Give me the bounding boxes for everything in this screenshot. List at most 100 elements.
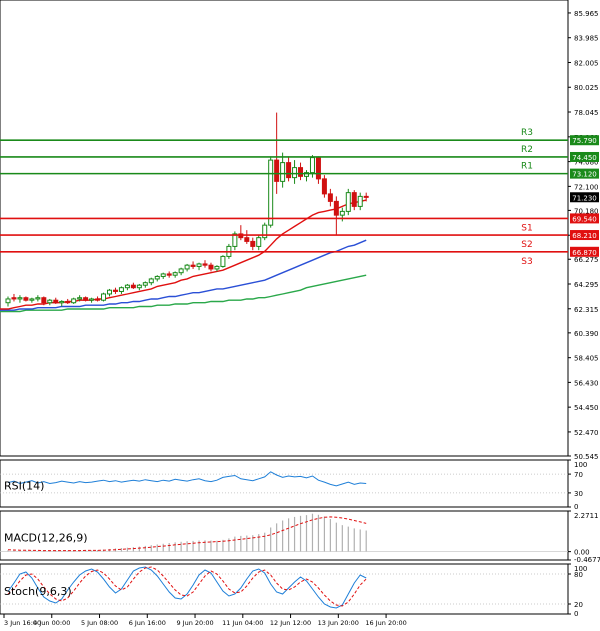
- candle-body: [11, 297, 17, 300]
- candle-body: [65, 300, 71, 304]
- macd-tick-label: -0.4677: [574, 556, 600, 564]
- price-tick-label: 82.005: [574, 59, 599, 67]
- level-name-r1: R1: [521, 162, 533, 172]
- candle-body: [172, 272, 178, 276]
- level-name-s2: S2: [521, 240, 532, 250]
- candle-body: [309, 157, 315, 174]
- time-tick-label: 11 Jun 04:00: [222, 619, 263, 627]
- candle-body: [101, 293, 107, 301]
- candle-body: [339, 210, 345, 216]
- candle-body: [142, 282, 148, 286]
- price-chart[interactable]: 85.96583.98582.00580.02578.04576.06074.0…: [0, 0, 600, 631]
- level-price-label-s1: 69.540: [572, 215, 597, 223]
- candle-body: [17, 297, 23, 300]
- candle-body: [5, 298, 11, 304]
- candle-body: [166, 273, 172, 276]
- candle-body: [256, 237, 262, 247]
- candle-body: [23, 297, 29, 301]
- rsi-pane: 100 70 30 0 RSI(14): [0, 459, 587, 511]
- time-tick-label: 6 Jun 16:00: [129, 619, 166, 627]
- price-tick-label: 80.025: [574, 84, 599, 92]
- candle-body: [280, 162, 286, 182]
- candle-body: [208, 264, 214, 270]
- time-tick-label: 12 Jun 12:00: [270, 619, 311, 627]
- candle-body: [184, 264, 190, 270]
- candle-body: [118, 287, 124, 292]
- price-tick-label: 66.275: [574, 256, 599, 264]
- candle-body: [327, 193, 333, 202]
- candle-body: [53, 299, 59, 304]
- price-tick-label: 58.405: [574, 355, 599, 363]
- rsi-tick-label: 70: [574, 471, 583, 479]
- macd-pane: 2.27110.00-0.4677MACD(12,26,9): [0, 510, 600, 564]
- stoch-label: Stoch(9,6,3): [4, 585, 72, 598]
- rsi-tick-label: 30: [574, 490, 583, 498]
- price-tick-label: 78.045: [574, 109, 599, 117]
- price-tick-label: 52.470: [574, 429, 599, 437]
- price-tick-label: 54.450: [574, 404, 599, 412]
- main-price-pane: 85.96583.98582.00580.02578.04576.06074.0…: [0, 0, 599, 461]
- candle-body: [71, 298, 77, 304]
- candle-body: [154, 275, 160, 280]
- price-tick-label: 64.295: [574, 281, 599, 289]
- rsi-tick-label: 100: [574, 461, 587, 469]
- candle-body: [315, 157, 321, 180]
- candle-body: [292, 167, 298, 179]
- candle-body: [244, 237, 250, 242]
- candle-body: [160, 273, 166, 277]
- candle-body: [112, 289, 118, 292]
- time-tick-label: 13 Jun 20:00: [318, 619, 359, 627]
- price-tick-label: 56.430: [574, 379, 599, 387]
- rsi-label: RSI(14): [4, 480, 44, 493]
- time-tick-label: 16 Jun 20:00: [365, 619, 406, 627]
- level-name-s1: S1: [521, 223, 532, 233]
- last-price-label: 71.230: [572, 194, 597, 202]
- level-price-label-r2: 74.450: [572, 154, 597, 162]
- time-axis: 3 Jun 16:004 Jun 00:00 5 Jun 08:00 6 Jun 1…: [0, 613, 568, 627]
- candle-body: [59, 300, 65, 304]
- candle-body: [286, 162, 292, 179]
- level-price-label-s3: 66.870: [572, 249, 597, 257]
- stoch-tick-label: 20: [574, 601, 583, 609]
- level-price-label-r1: 73.120: [572, 171, 597, 179]
- time-tick-label: 4 Jun 00:00: [33, 619, 70, 627]
- level-name-r2: R2: [521, 145, 533, 155]
- candle-body: [214, 265, 220, 270]
- candle-body: [130, 284, 136, 289]
- candle-body: [345, 192, 351, 212]
- candle-body: [351, 192, 357, 207]
- macd-tick-label: 2.2711: [574, 512, 599, 520]
- candle-body: [202, 263, 208, 266]
- price-tick-label: 85.965: [574, 10, 599, 18]
- candle-body: [274, 159, 280, 182]
- price-tick-label: 60.390: [574, 330, 599, 338]
- candle-body: [268, 159, 274, 226]
- candle-body: [363, 195, 369, 198]
- candle-body: [41, 297, 47, 304]
- level-name-s3: S3: [521, 257, 532, 267]
- candle-body: [35, 297, 41, 300]
- candle-body: [136, 284, 142, 289]
- candle-body: [178, 268, 184, 274]
- time-tick-label: 9 Jun 20:00: [176, 619, 213, 627]
- candle-body: [333, 200, 339, 216]
- rsi-tick-label: 0: [574, 503, 578, 511]
- candle-body: [106, 289, 112, 295]
- price-tick-label: 72.100: [574, 183, 599, 191]
- candle-body: [95, 298, 101, 301]
- candle-body: [196, 263, 202, 267]
- level-price-label-r3: 75.790: [572, 137, 597, 145]
- candle-body: [29, 298, 35, 301]
- candle-body: [47, 299, 53, 304]
- price-tick-label: 50.545: [574, 453, 599, 461]
- candle-body: [220, 255, 226, 267]
- candle-body: [77, 297, 83, 300]
- macd-label: MACD(12,26,9): [4, 532, 88, 545]
- stoch-tick-label: 80: [574, 571, 583, 579]
- candle-body: [357, 195, 363, 207]
- stoch-tick-label: 0: [574, 610, 578, 618]
- candle-body: [190, 264, 196, 267]
- candle-body: [83, 297, 89, 301]
- candle-body: [148, 278, 154, 284]
- level-price-label-s2: 68.210: [572, 232, 597, 240]
